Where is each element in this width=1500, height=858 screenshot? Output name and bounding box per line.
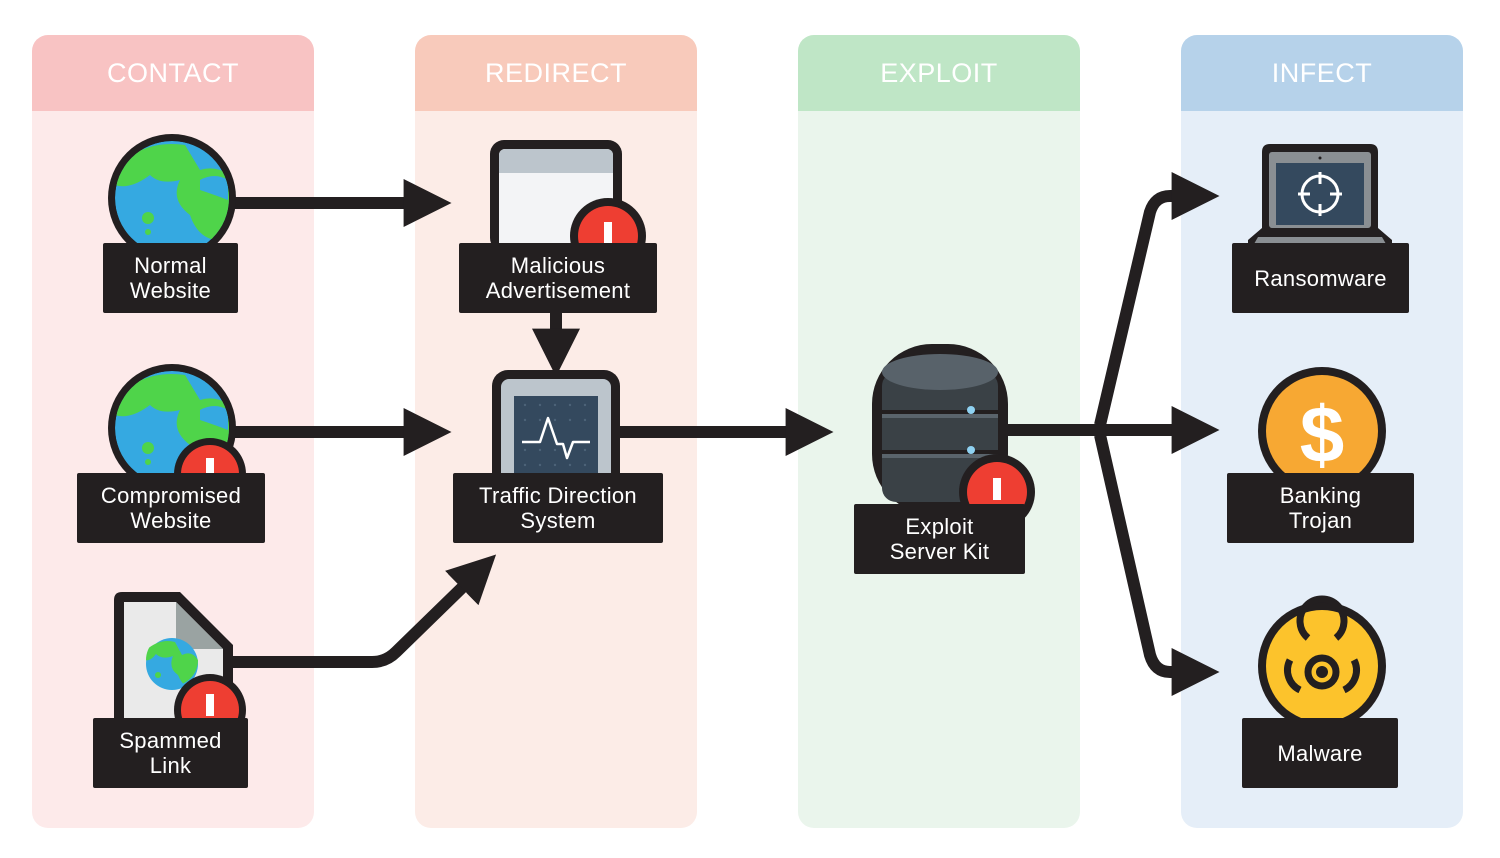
node-label-ransomware: Ransomware (1232, 243, 1409, 313)
node-label-line: Website (130, 508, 212, 533)
node-label-exploit-kit: Exploit Server Kit (854, 504, 1025, 574)
arrow-spam-to-tds (225, 554, 497, 668)
svg-text:$: $ (1300, 390, 1345, 479)
node-label-line: Banking (1279, 483, 1362, 508)
node-label-line: Link (149, 753, 192, 778)
database-server-icon (872, 344, 1035, 530)
node-label-tds: Traffic Direction System (453, 473, 663, 543)
arrow-kit-to-ransomware (1094, 172, 1220, 427)
node-label-line: Malware (1277, 740, 1363, 766)
node-label-line: Traffic Direction (479, 483, 637, 508)
node-label-line: System (520, 508, 596, 533)
node-label-line: Normal (134, 253, 207, 278)
node-label-line: Advertisement (485, 278, 631, 303)
node-label-malicious-ad: Malicious Advertisement (459, 243, 657, 313)
node-label-line: Spammed (119, 728, 222, 753)
node-label-normal-website: Normal Website (103, 243, 238, 313)
node-label-line: Website (129, 278, 212, 303)
node-label-malware: Malware (1242, 718, 1398, 788)
node-label-banking-trojan: Banking Trojan (1227, 473, 1414, 543)
node-label-line: Exploit (905, 514, 974, 539)
node-label-line: Malicious (510, 253, 606, 278)
node-label-line: Trojan (1288, 508, 1353, 533)
node-label-compromised-website: Compromised Website (77, 473, 265, 543)
node-label-line: Ransomware (1254, 265, 1387, 291)
arrows (225, 172, 1220, 696)
node-label-spammed-link: Spammed Link (93, 718, 248, 788)
biohazard-icon (1258, 595, 1386, 730)
laptop-crosshair-icon (1248, 144, 1392, 252)
arrow-kit-to-malware (1094, 433, 1220, 696)
node-label-line: Compromised (100, 483, 242, 508)
node-label-line: Server Kit (889, 539, 990, 564)
monitor-pulse-icon (492, 370, 620, 490)
